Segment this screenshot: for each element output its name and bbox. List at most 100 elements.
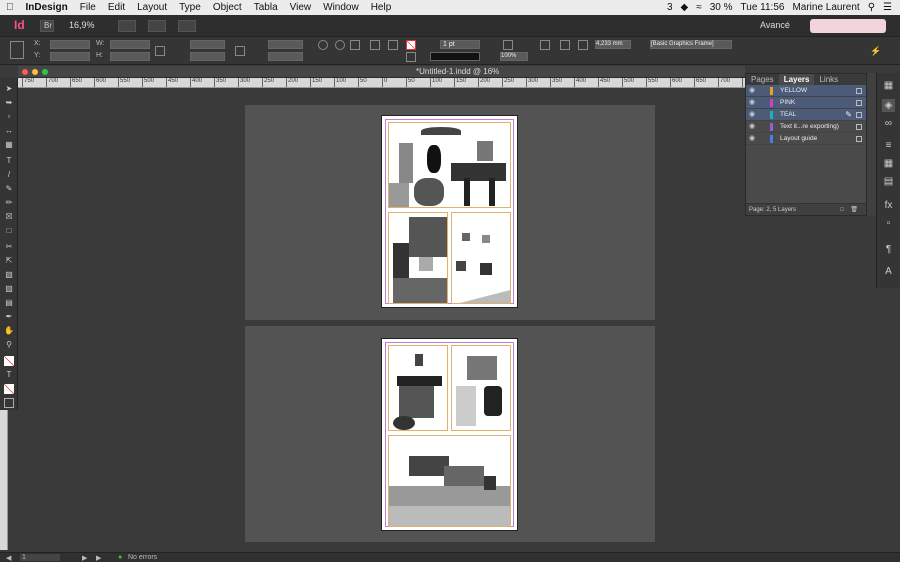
stroke-type-field[interactable] [430,52,480,61]
layer-target-icon[interactable] [856,136,862,142]
note-tool-icon[interactable]: ▤ [4,298,14,308]
flip-horizontal-icon[interactable] [370,40,380,50]
text-frame-icon[interactable] [350,40,360,50]
content-collector-icon[interactable]: ▦ [4,140,14,150]
measure-field[interactable]: 4,233 mm [595,40,631,49]
formatting-affects-container-icon[interactable]: T [4,370,14,380]
horizontal-ruler[interactable]: 750 700 650 600 550 500 450 400 350 300 250 200 150 1… [18,78,745,88]
layers-panel-icon[interactable]: ◈ [882,99,895,112]
fitting-icon[interactable] [540,40,550,50]
effects-panel-icon[interactable]: fx [882,199,895,212]
arrange-documents-icon[interactable] [178,20,196,32]
rotate-cw-icon[interactable] [318,40,328,50]
apply-none-icon[interactable] [4,384,14,394]
paragraph-styles-panel-icon[interactable]: ¶ [882,243,895,256]
notification-count[interactable]: 3 [667,2,673,13]
rectangle-tool-icon[interactable]: □ [4,226,14,236]
menu-view[interactable]: View [284,2,318,13]
clock[interactable]: Tue 11:56 [741,2,785,13]
menu-help[interactable]: Help [365,2,398,13]
layer-row-text[interactable]: ◉ Text it...re exporting) [746,121,866,133]
rotation-field[interactable] [268,40,303,49]
layer-target-icon[interactable] [856,88,862,94]
list-icon[interactable]: ☰ [883,2,892,13]
minimize-window-icon[interactable] [32,69,38,75]
layer-row-layout-guide[interactable]: ◉ Layout guide [746,133,866,145]
layer-row-teal[interactable]: ◉ TEAL ✎ [746,109,866,121]
gradient-feather-tool-icon[interactable]: ▨ [4,284,14,294]
width-field[interactable] [110,40,150,49]
free-transform-tool-icon[interactable]: ⇱ [4,256,14,266]
panel-p2-top-left-illustration[interactable] [388,345,448,431]
panel-top-illustration[interactable] [388,122,511,208]
bridge-button[interactable]: Br [40,20,54,32]
menu-layout[interactable]: Layout [131,2,173,13]
zoom-tool-icon[interactable]: ⚲ [4,340,14,350]
eye-icon[interactable]: ◉ [749,121,755,133]
pages-panel-icon[interactable]: ▦ [882,79,895,92]
stroke-icon[interactable] [406,52,416,62]
eyedropper-tool-icon[interactable]: ✒ [4,312,14,322]
document-canvas[interactable] [18,88,745,552]
new-layer-icon[interactable]: □ [840,204,844,216]
y-field[interactable] [50,52,90,61]
layer-target-icon[interactable] [856,100,862,106]
gap-tool-icon[interactable]: ↔ [4,126,14,136]
menu-type[interactable]: Type [173,2,207,13]
select-container-icon[interactable] [388,40,398,50]
user-name[interactable]: Marine Laurent [792,2,859,13]
trash-icon[interactable]: 🗑 [850,204,858,216]
gradient-panel-icon[interactable]: ▤ [882,175,895,188]
panel-p2-top-right-illustration[interactable] [451,345,511,431]
menu-object[interactable]: Object [207,2,248,13]
wifi-icon[interactable]: ≈ [696,2,702,13]
opacity-field[interactable]: 100% [500,52,528,61]
drop-shadow-icon[interactable] [503,40,513,50]
fill-stroke-swatch-icon[interactable] [4,356,14,366]
menu-window[interactable]: Window [317,2,365,13]
menu-file[interactable]: File [74,2,102,13]
stroke-panel-icon[interactable]: ≡ [882,139,895,152]
character-styles-panel-icon[interactable]: A [882,265,895,278]
page-1[interactable] [381,115,518,308]
layer-target-icon[interactable] [856,124,862,130]
rotate-ccw-icon[interactable] [335,40,345,50]
page-2[interactable] [381,338,518,531]
last-page-icon[interactable]: ▶ [96,554,101,562]
eye-icon[interactable]: ◉ [749,97,755,109]
vertical-ruler[interactable] [0,410,8,550]
lightning-icon[interactable]: ⚡ [870,46,881,56]
zoom-window-icon[interactable] [42,69,48,75]
eye-icon[interactable]: ◉ [749,133,755,145]
document-tab-title[interactable]: *Untitled-1.indd @ 16% [416,66,499,78]
dropbox-icon[interactable]: ◆ [681,2,689,13]
constrain-proportions-icon[interactable] [155,46,165,56]
object-styles-panel-icon[interactable]: ▫ [882,217,895,230]
swatches-panel-icon[interactable]: ▦ [882,157,895,170]
screen-mode-icon-tool[interactable] [4,398,14,408]
zoom-level[interactable]: 16,9% [66,20,106,32]
scissors-tool-icon[interactable]: ✂ [4,242,14,252]
tab-layers[interactable]: Layers [778,74,815,85]
tab-pages[interactable]: Pages [746,74,779,85]
view-options-icon[interactable] [118,20,136,32]
panel-bottom-left-illustration[interactable] [388,212,448,304]
preflight-status[interactable]: No errors [128,554,157,561]
layer-row-pink[interactable]: ◉ PINK [746,97,866,109]
fill-none-icon[interactable] [406,40,416,50]
next-page-icon[interactable]: ▶ [82,554,87,562]
app-menu[interactable]: InDesign [20,2,74,13]
x-field[interactable] [50,40,90,49]
stroke-weight-field[interactable]: 1 pt [440,40,480,49]
selection-tool-icon[interactable]: ➤ [4,84,14,94]
menu-table[interactable]: Tabla [248,2,284,13]
gradient-swatch-tool-icon[interactable]: ▧ [4,270,14,280]
layer-target-icon[interactable] [856,112,862,118]
battery-text[interactable]: 30 % [710,2,733,13]
line-tool-icon[interactable]: / [4,170,14,180]
close-window-icon[interactable] [22,69,28,75]
layer-row-yellow[interactable]: ◉ YELLOW [746,85,866,97]
first-page-icon[interactable]: ◀ [6,554,11,562]
page-number-field[interactable]: 1 [20,554,60,561]
rectangle-frame-tool-icon[interactable]: ☒ [4,212,14,222]
